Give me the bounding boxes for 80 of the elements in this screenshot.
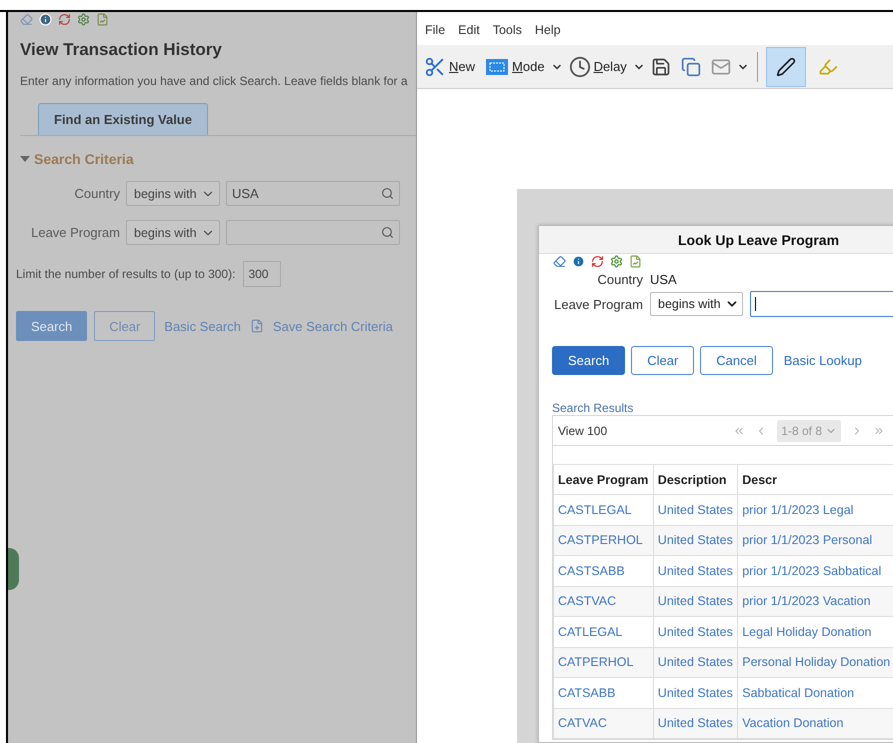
operator-select[interactable]: begins with — [126, 181, 220, 206]
field-label: Leave Program — [553, 296, 643, 312]
triangle-icon[interactable] — [20, 154, 30, 164]
search-icon[interactable] — [381, 226, 394, 239]
settings-icon[interactable] — [77, 12, 90, 26]
table-cell[interactable]: United States — [653, 586, 738, 616]
input-field[interactable] — [750, 291, 893, 317]
table-cell[interactable]: United States — [653, 616, 738, 647]
refresh-icon[interactable] — [58, 12, 71, 26]
rectangle-icon — [485, 58, 510, 76]
field-value: USA — [650, 272, 677, 287]
table-cell[interactable]: CATLEGAL — [554, 616, 654, 647]
action-button[interactable]: Search — [16, 311, 88, 341]
field-label: Leave Program — [30, 225, 120, 240]
table-cell[interactable]: prior 1/1/2023 Personal — [738, 525, 893, 556]
page-title: View Transaction History — [20, 40, 223, 60]
table-cell[interactable]: Vacation Donation — [738, 708, 893, 738]
info-icon[interactable] — [39, 12, 52, 26]
dialog-title: Look Up Leave Program — [539, 226, 893, 254]
operator-select[interactable]: begins with — [650, 292, 743, 316]
action-button[interactable]: Cancel — [700, 346, 773, 375]
table-cell[interactable]: CASTPERHOL — [554, 525, 654, 556]
search-icon[interactable] — [381, 187, 394, 200]
table-cell[interactable]: CASTSABB — [554, 556, 654, 586]
copy-icon[interactable] — [680, 56, 701, 76]
chart-icon[interactable] — [96, 12, 109, 26]
side-handle[interactable] — [8, 548, 19, 590]
column-header[interactable]: Leave Program — [554, 464, 654, 494]
table-cell[interactable]: Sabbatical Donation — [738, 678, 893, 708]
results-title: Search Results — [552, 401, 634, 415]
table-cell[interactable]: Personal Holiday Donation — [738, 647, 893, 678]
menu-item[interactable]: Tools — [492, 23, 522, 45]
table-cell[interactable]: United States — [653, 647, 738, 678]
settings-icon[interactable] — [610, 254, 623, 268]
table-cell[interactable]: CASTVAC — [554, 586, 654, 616]
table-cell[interactable]: United States — [653, 678, 738, 708]
menu-item[interactable]: File — [425, 23, 446, 45]
table-cell[interactable]: CATPERHOL — [554, 647, 654, 678]
table-cell[interactable]: United States — [653, 556, 738, 586]
info-icon[interactable] — [572, 254, 585, 268]
instructions-text: Enter any information you have and click Search. Leave fields blank for a — [20, 74, 409, 88]
table-cell[interactable]: United States — [653, 525, 738, 556]
mail-icon[interactable] — [710, 56, 731, 76]
document-icon — [250, 319, 264, 333]
field-label: Country — [73, 186, 120, 201]
table-cell[interactable]: CATVAC — [554, 708, 654, 738]
pen-icon — [776, 56, 796, 76]
input-field[interactable]: USA — [226, 181, 400, 206]
clock-icon — [568, 56, 591, 78]
highlighter-icon — [818, 56, 838, 76]
action-button[interactable]: Search — [552, 346, 626, 375]
scissors-icon — [424, 56, 446, 78]
basic-lookup-link[interactable]: Basic Lookup — [778, 346, 867, 375]
toolbar-button[interactable]: Delay — [564, 54, 631, 80]
menu-item[interactable]: Help — [534, 23, 561, 45]
input-field[interactable] — [226, 220, 400, 245]
refresh-icon[interactable] — [591, 254, 604, 268]
chart-icon[interactable] — [629, 254, 642, 268]
menu-item[interactable]: Edit — [458, 23, 480, 45]
toolbar-button[interactable]: New — [420, 54, 480, 80]
view-all-link[interactable]: View 100 — [558, 424, 608, 438]
limit-field[interactable]: 300 — [243, 261, 282, 287]
page-select[interactable]: 1-8 of 8 — [777, 420, 841, 442]
table-cell[interactable]: United States — [653, 494, 738, 525]
table-cell[interactable]: CASTLEGAL — [554, 494, 654, 525]
eraser-icon[interactable] — [553, 254, 566, 268]
toolbar-button[interactable]: Mode — [481, 56, 549, 78]
limit-label: Limit the number of results to (up to 300): — [16, 267, 236, 281]
table-cell[interactable]: prior 1/1/2023 Legal — [738, 494, 893, 525]
field-label: Country — [596, 272, 643, 287]
table-cell[interactable]: Legal Holiday Donation — [738, 616, 893, 647]
table-cell[interactable]: prior 1/1/2023 Vacation — [738, 586, 893, 616]
save-icon[interactable] — [650, 56, 671, 76]
table-cell[interactable]: prior 1/1/2023 Sabbatical — [738, 556, 893, 586]
pen-tool-button[interactable] — [766, 46, 806, 86]
action-button[interactable]: Clear — [631, 346, 694, 375]
operator-select[interactable]: begins with — [126, 220, 220, 245]
table-cell[interactable]: CATSABB — [554, 678, 654, 708]
tab[interactable]: Find an Existing Value — [38, 103, 208, 135]
table-cell[interactable]: United States — [653, 708, 738, 738]
